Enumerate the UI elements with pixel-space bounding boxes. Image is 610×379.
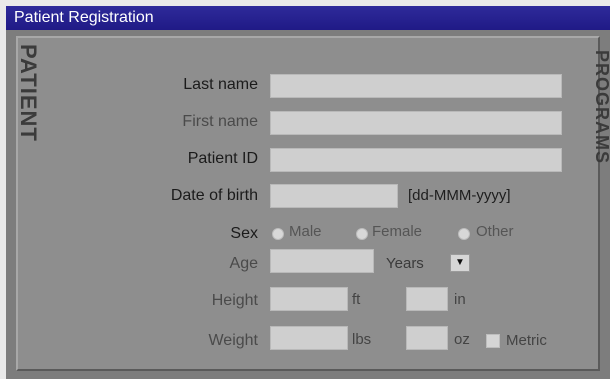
sex-option-male: Male xyxy=(289,223,322,240)
sex-option-other: Other xyxy=(476,223,514,240)
side-tab-programs[interactable]: PROGRAMS xyxy=(592,50,610,230)
window-title-bar: Patient Registration xyxy=(6,6,610,30)
weight-oz-unit: oz xyxy=(454,331,470,348)
date-of-birth-label: Date of birth xyxy=(170,187,258,204)
patient-id-field[interactable] xyxy=(270,148,562,172)
sex-radio-male[interactable] xyxy=(272,228,284,240)
patient-id-label: Patient ID xyxy=(187,150,258,167)
weight-oz-field[interactable] xyxy=(406,326,448,350)
sex-option-female: Female xyxy=(372,223,423,240)
date-of-birth-field[interactable] xyxy=(270,184,398,208)
screen: Patient Registration PATIENT PROGRAMS La… xyxy=(6,6,610,379)
height-in-field[interactable] xyxy=(406,287,448,311)
age-label: Age xyxy=(229,255,258,272)
last-name-label: Last name xyxy=(183,76,258,93)
sex-radio-other[interactable] xyxy=(458,228,470,240)
age-field[interactable] xyxy=(270,249,374,273)
last-name-field[interactable] xyxy=(270,74,562,98)
metric-checkbox[interactable] xyxy=(486,334,500,348)
sex-radio-female[interactable] xyxy=(356,228,368,240)
height-ft-unit: ft xyxy=(352,291,361,308)
first-name-field[interactable] xyxy=(270,111,562,135)
weight-lbs-unit: lbs xyxy=(352,331,372,348)
sex-label: Sex xyxy=(230,225,258,242)
date-format-hint: [dd-MMM-yyyy] xyxy=(408,187,511,204)
weight-label: Weight xyxy=(208,332,258,349)
age-unit-select[interactable]: Years xyxy=(386,255,424,272)
window-title: Patient Registration xyxy=(14,9,154,26)
weight-lbs-field[interactable] xyxy=(270,326,348,350)
height-label: Height xyxy=(211,292,258,309)
dropdown-arrow-icon[interactable]: ▼ xyxy=(450,254,470,272)
height-ft-field[interactable] xyxy=(270,287,348,311)
metric-label: Metric xyxy=(506,332,547,349)
side-tab-patient[interactable]: PATIENT xyxy=(16,44,41,174)
height-in-unit: in xyxy=(454,291,466,308)
first-name-label: First name xyxy=(182,113,258,130)
